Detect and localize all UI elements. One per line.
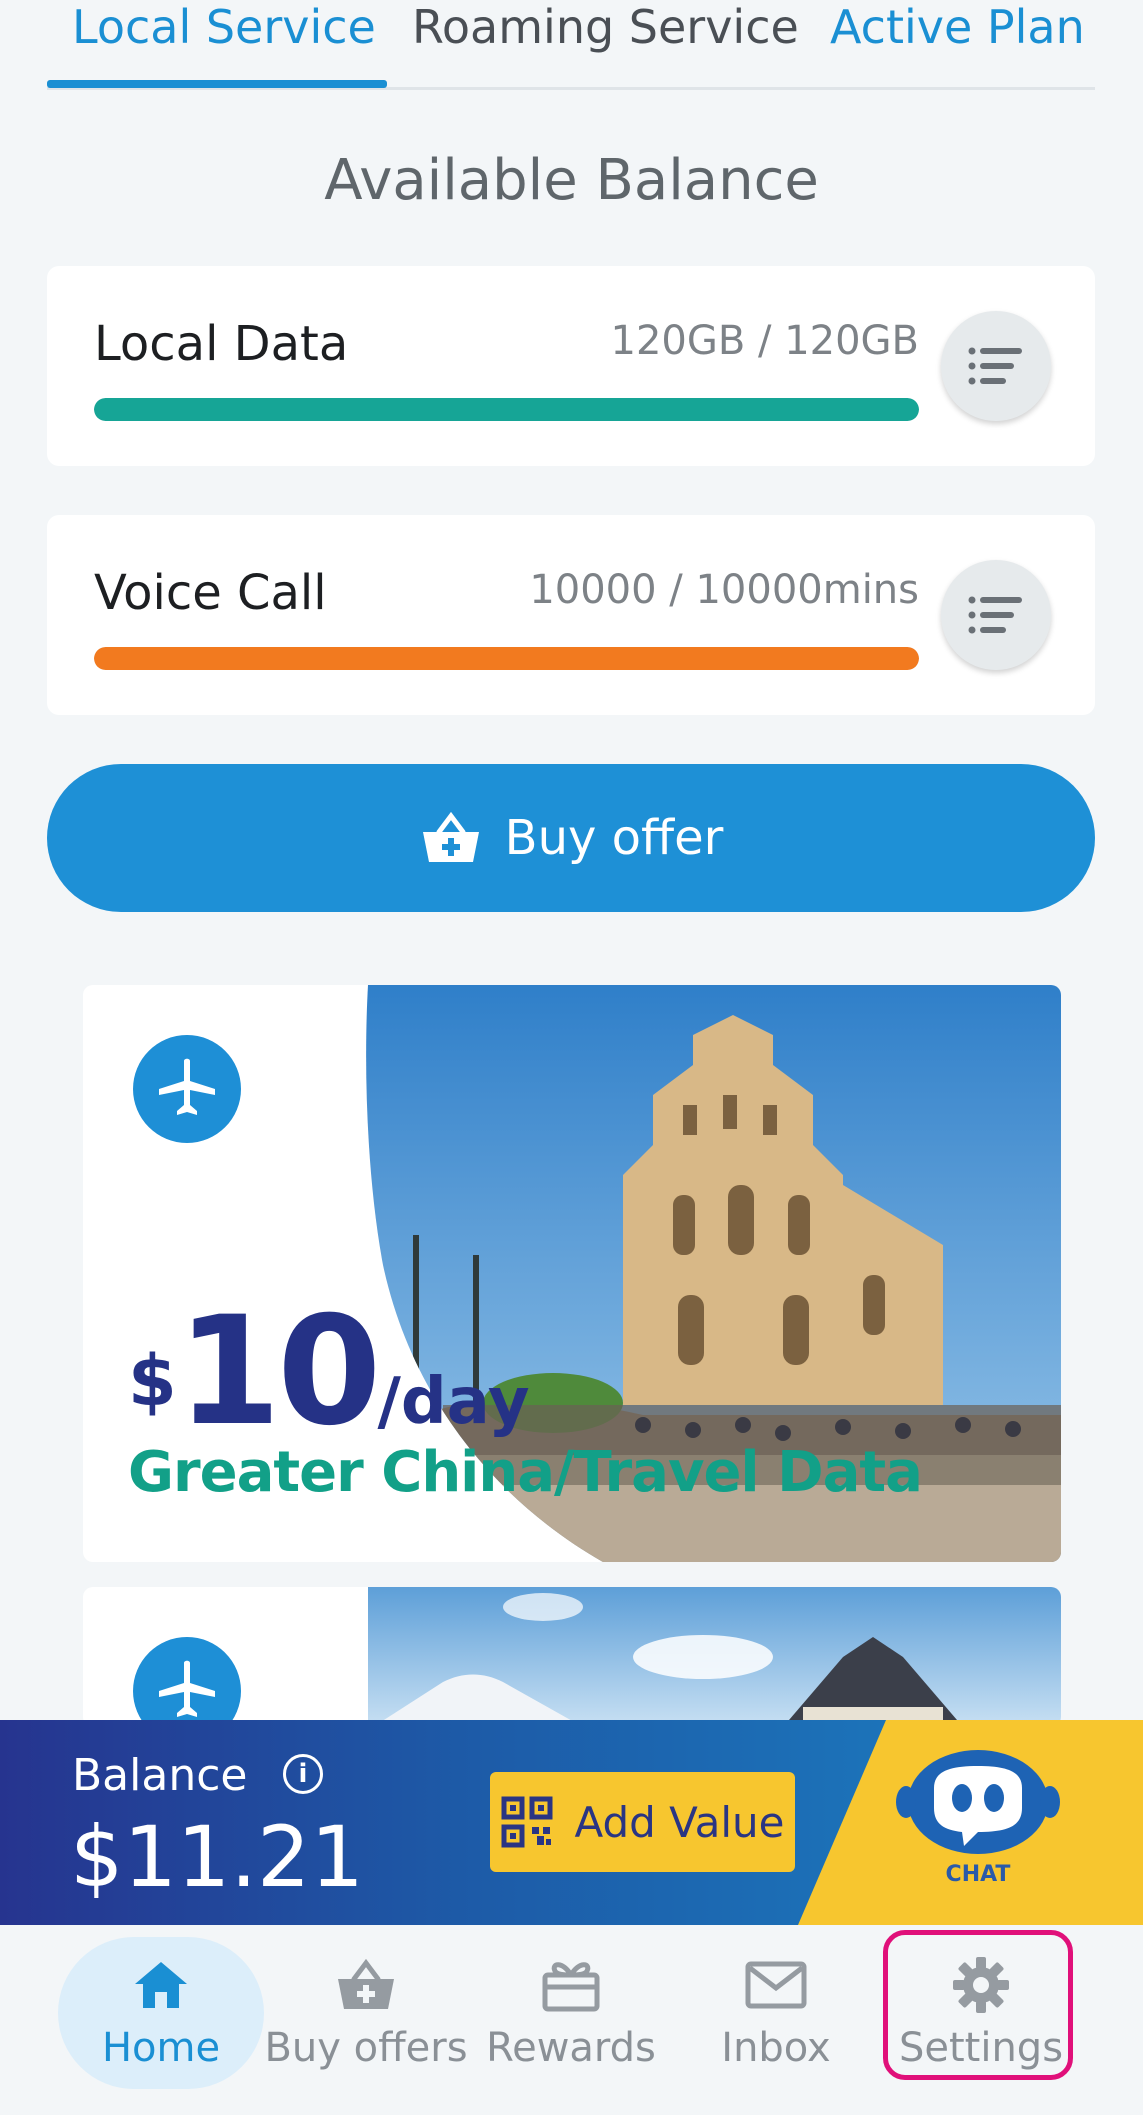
- bottom-navigation: Home Buy offers Rewards Inbox Settings: [0, 1925, 1143, 2115]
- tab-local-service[interactable]: Local Service: [72, 0, 376, 90]
- chat-label: CHAT: [945, 1862, 1011, 1887]
- info-icon[interactable]: i: [283, 1754, 323, 1794]
- account-balance-bar: Balance i $11.21 Add Value CHAT: [0, 1720, 1143, 1925]
- tab-roaming-service[interactable]: Roaming Service: [412, 0, 799, 90]
- details-button[interactable]: [941, 560, 1051, 670]
- balance-label: Balance: [72, 1750, 248, 1801]
- promo-banner[interactable]: $10/day Greater China/Travel Data: [83, 985, 1061, 1562]
- add-value-label: Add Value: [574, 1797, 785, 1847]
- active-tab-indicator: [47, 80, 387, 88]
- list-icon: [968, 596, 1022, 634]
- airplane-icon: [159, 1660, 215, 1717]
- balance-amount: $11.21: [70, 1808, 364, 1906]
- buy-offer-label: Buy offer: [504, 810, 724, 866]
- home-icon: [135, 1962, 187, 2008]
- nav-label: Inbox: [721, 2025, 831, 2071]
- balance-progress-bar: [94, 647, 919, 670]
- nav-label: Rewards: [486, 2025, 656, 2071]
- airplane-icon: [159, 1058, 215, 1115]
- voice-call-card: Voice Call 10000 / 10000mins: [47, 515, 1095, 715]
- balance-progress-fill: [94, 398, 919, 421]
- nav-buy-offers[interactable]: Buy offers: [264, 1925, 468, 2115]
- mail-icon: [745, 1961, 807, 2009]
- nav-label: Settings: [898, 2025, 1064, 2071]
- nav-rewards[interactable]: Rewards: [471, 1925, 671, 2115]
- promo-subtitle: Greater China/Travel Data: [128, 1440, 923, 1505]
- gear-icon: [953, 1957, 1009, 2013]
- tab-active-plan[interactable]: Active Plan: [830, 0, 1085, 90]
- balance-label: Voice Call: [94, 565, 327, 621]
- chatbot-icon: [896, 1750, 1060, 1854]
- promo-price: $10/day: [128, 1285, 530, 1459]
- balance-value: 10000 / 10000mins: [529, 567, 919, 613]
- nav-label: Home: [101, 2025, 221, 2071]
- plane-badge: [133, 1035, 241, 1143]
- section-title: Available Balance: [324, 148, 819, 213]
- local-data-card: Local Data 120GB / 120GB: [47, 266, 1095, 466]
- chat-button[interactable]: CHAT: [893, 1746, 1063, 1916]
- details-button[interactable]: [941, 311, 1051, 421]
- balance-progress-bar: [94, 398, 919, 421]
- buy-offer-button[interactable]: Buy offer: [47, 764, 1095, 912]
- add-value-button[interactable]: Add Value: [490, 1772, 795, 1872]
- basket-icon: [419, 810, 483, 866]
- promo-banner[interactable]: [83, 1587, 1061, 1727]
- nav-home[interactable]: Home: [61, 1925, 261, 2115]
- nav-inbox[interactable]: Inbox: [676, 1925, 876, 2115]
- service-tabs: Local Service Roaming Service Active Pla…: [47, 0, 1095, 90]
- qr-code-icon: [501, 1796, 553, 1848]
- balance-progress-fill: [94, 647, 919, 670]
- gift-icon: [542, 1962, 600, 2012]
- nav-settings[interactable]: Settings: [881, 1925, 1081, 2115]
- balance-label: Local Data: [94, 316, 349, 372]
- balance-value: 120GB / 120GB: [610, 318, 919, 364]
- nav-label: Buy offers: [264, 2025, 468, 2071]
- list-icon: [968, 347, 1022, 385]
- basket-icon: [338, 1958, 394, 2009]
